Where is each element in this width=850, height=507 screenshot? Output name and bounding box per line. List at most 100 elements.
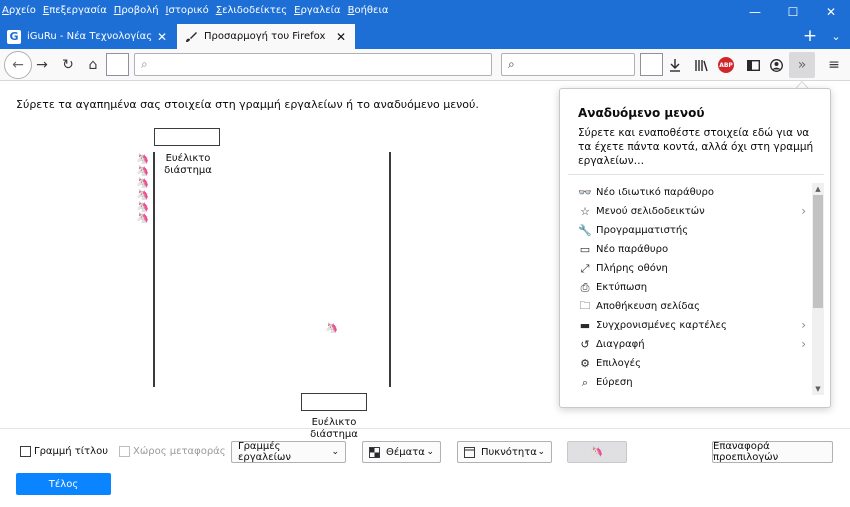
overflow-item-save-page[interactable]: 🗀 Αποθήκευση σελίδας [560,297,812,316]
chevron-right-icon: › [801,337,806,351]
overflow-item-forget[interactable]: ↺ Διαγραφή › [560,335,812,354]
title-bar-checkbox[interactable]: Γραμμή τίτλου [20,446,108,457]
close-tab-icon[interactable]: ✕ [334,30,348,44]
close-tab-icon[interactable]: ✕ [155,30,169,44]
density-dropdown[interactable]: Πυκνότητα ⌄ [457,441,552,463]
menu-history[interactable]: Ιστορικό [166,5,209,16]
url-bar[interactable]: ⌕ [134,53,492,76]
unicorn-icon[interactable]: 🦄 [324,322,340,335]
overflow-item-label: Συγχρονισμένες καρτέλες [596,320,727,331]
tab-list-button[interactable]: ⌄ [826,26,846,46]
density-icon [464,446,475,458]
paintbrush-icon [184,30,198,44]
window-controls: — ☐ ✕ [736,0,850,24]
unicorn-icon[interactable]: 🦄 [135,212,151,225]
wrench-icon: 🔧 [578,224,592,237]
forward-button[interactable]: → [30,53,54,77]
chevron-right-icon: › [801,318,806,332]
tab-bar: G iGuRu - Νέα Τεχνολογίας σε πρ ✕ Προσαρ… [0,24,850,49]
overflow-item-label: Αποθήκευση σελίδας [596,301,700,312]
reload-button[interactable]: ↻ [56,53,80,77]
flexible-space-label: Ευέλικτο διάστημα [164,153,212,176]
chevron-down-icon: ⌄ [537,447,545,457]
overflow-panel: Αναδυόμενο μενού Σύρετε και εναποθέστε σ… [559,88,831,408]
drag-space-checkbox[interactable]: Χώρος μεταφοράς [119,446,226,457]
tab-iguru[interactable]: G iGuRu - Νέα Τεχνολογίας σε πρ ✕ [0,24,176,49]
search-bar[interactable]: ⌕ [501,53,635,76]
menu-help[interactable]: Βοήθεια [348,5,389,16]
adblock-plus-icon[interactable]: ABP [718,57,734,73]
hamburger-menu-icon[interactable]: ≡ [822,53,846,77]
flexible-space-item[interactable] [301,393,367,411]
theme-swatch-icon [369,446,380,458]
panel-description: Σύρετε και εναποθέστε στοιχεία εδώ για ν… [578,127,814,167]
overflow-item-list: 👓 Νέο ιδιωτικό παράθυρο ☆ Μενού σελιδοδε… [560,183,812,392]
toolbars-dropdown[interactable]: Γραμμές εργαλείων ⌄ [231,441,346,463]
menu-edit[interactable]: Επεξεργασία [43,5,107,16]
checkbox-box[interactable] [119,446,130,457]
dropdown-label: Θέματα [386,446,425,458]
search-icon: ⌕ [581,375,589,389]
palette-divider-left [153,152,155,387]
overflow-item-developer[interactable]: 🔧 Προγραμματιστής [560,221,812,240]
printer-icon: ⎙ [580,280,590,294]
restore-defaults-button[interactable]: Επαναφορά προεπιλογών [712,441,833,463]
palette-divider-right [389,152,391,387]
download-icon[interactable] [663,53,687,77]
overflow-item-label: Μενού σελιδοδεικτών [596,206,705,217]
menu-bar: Αρχείο Επεξεργασία Προβολή Ιστορικό Σελι… [2,5,388,16]
library-icon[interactable] [690,53,714,77]
search-icon: ⌕ [508,57,515,71]
account-icon[interactable] [764,53,788,77]
unicorn-button[interactable]: 🦄 [567,441,627,463]
menu-tools[interactable]: Εργαλεία [294,5,340,16]
tab-label: Προσαρμογή του Firefox [204,31,326,42]
title-bar: Αρχείο Επεξεργασία Προβολή Ιστορικό Σελι… [0,0,850,24]
window-icon: ▭ [579,243,591,256]
overflow-item-bookmarks-menu[interactable]: ☆ Μενού σελιδοδεικτών › [560,202,812,221]
overflow-item-find[interactable]: ⌕ Εύρεση [560,373,812,392]
sidebar-icon[interactable] [741,53,765,77]
overflow-item-label: Προγραμματιστής [596,225,689,236]
back-button[interactable]: ← [4,51,32,79]
toolbar-placeholder-slot[interactable] [106,53,129,76]
new-tab-button[interactable]: + [798,25,822,47]
panel-scrollbar[interactable]: ▲ ▼ [812,183,824,395]
done-button[interactable]: Τέλος [16,473,111,495]
scroll-up-icon[interactable]: ▲ [812,183,824,195]
toolbar-placeholder-slot[interactable] [640,53,663,76]
overflow-item-label: Πλήρης οθόνη [596,263,668,274]
home-button[interactable]: ⌂ [81,53,105,77]
overflow-item-label: Διαγραφή [596,339,645,350]
overflow-item-synced-tabs[interactable]: ▬ Συγχρονισμένες καρτέλες › [560,316,812,335]
flexible-space-item[interactable] [154,128,220,146]
scroll-thumb[interactable] [813,195,823,308]
overflow-item-new-window[interactable]: ▭ Νέο παράθυρο [560,240,812,259]
overflow-item-label: Εύρεση [596,377,633,388]
chevron-down-icon: ⌄ [426,447,434,457]
menu-file[interactable]: Αρχείο [2,5,36,16]
scroll-down-icon[interactable]: ▼ [812,383,824,395]
maximize-button[interactable]: ☐ [774,0,812,24]
bookmark-star-icon: ☆ [580,205,590,218]
menu-view[interactable]: Προβολή [114,5,159,16]
dropdown-label: Πυκνότητα [481,446,537,458]
folder-icon: 🗀 [579,299,591,312]
overflow-item-options[interactable]: ⚙ Επιλογές [560,354,812,373]
close-window-button[interactable]: ✕ [812,0,850,24]
menu-bookmarks[interactable]: Σελιδοδείκτες [216,5,287,16]
overflow-item-fullscreen[interactable]: ⤢ Πλήρης οθόνη [560,259,812,278]
chevron-right-icon: › [801,204,806,218]
chevron-down-icon: ⌄ [331,447,339,457]
checkbox-label: Χώρος μεταφοράς [133,446,226,457]
overflow-item-label: Εκτύπωση [596,282,648,293]
gear-icon: ⚙ [580,357,590,370]
minimize-button[interactable]: — [736,0,774,24]
tab-customize-firefox[interactable]: Προσαρμογή του Firefox ✕ [177,24,355,49]
overflow-menu-button[interactable]: » [789,52,815,78]
checkbox-box[interactable] [20,446,31,457]
panel-divider [568,174,824,175]
overflow-item-private-window[interactable]: 👓 Νέο ιδιωτικό παράθυρο [560,183,812,202]
overflow-item-print[interactable]: ⎙ Εκτύπωση [560,278,812,297]
themes-dropdown[interactable]: Θέματα ⌄ [362,441,441,463]
